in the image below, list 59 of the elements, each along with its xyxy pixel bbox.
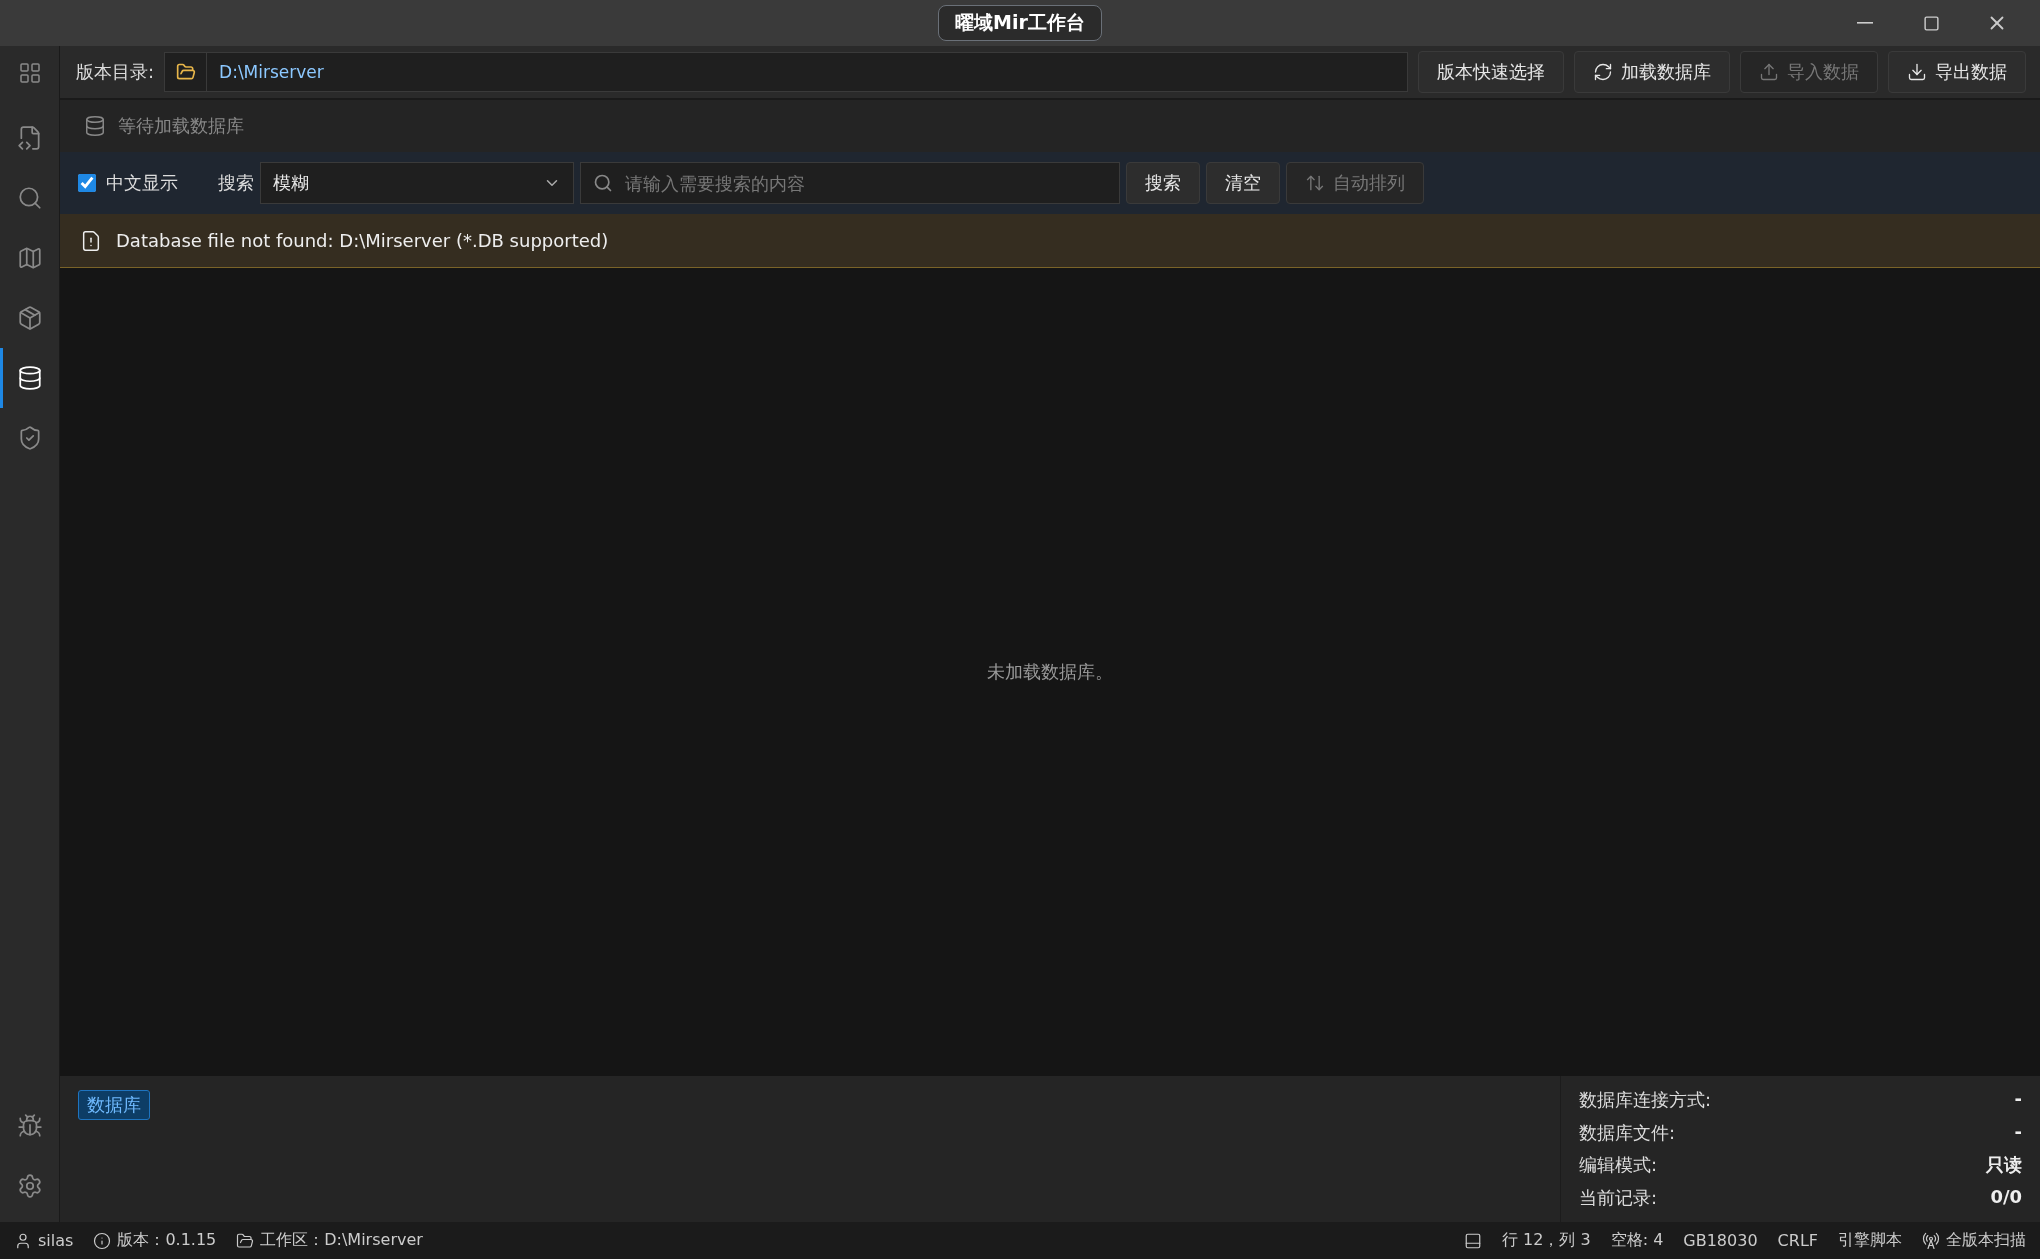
status-text: 等待加载数据库: [118, 114, 244, 138]
action-button[interactable]: 清空: [1206, 162, 1280, 204]
minimize-icon: [1857, 22, 1873, 24]
info-value: 0/0: [1990, 1185, 2022, 1209]
info-label: 数据库文件:: [1579, 1120, 1676, 1145]
search-input[interactable]: 请输入需要搜索的内容: [623, 171, 1107, 195]
settings-icon: [16, 1173, 43, 1199]
directory-label: 版本目录:: [76, 60, 155, 84]
refresh-icon: [1593, 62, 1613, 82]
status-item[interactable]: 版本：0.1.15: [93, 1230, 217, 1251]
info-value: -: [2014, 1120, 2022, 1144]
search-field[interactable]: 请输入需要搜索的内容: [580, 162, 1120, 204]
info-label: 当前记录:: [1579, 1185, 1658, 1210]
database-tag[interactable]: 数据库: [78, 1090, 150, 1120]
database-icon: [16, 365, 43, 391]
action-button[interactable]: 导出数据: [1888, 51, 2026, 93]
status-item[interactable]: 空格: 4: [1610, 1230, 1664, 1251]
status-item[interactable]: 工作区：D:\Mirserver: [236, 1230, 423, 1251]
file-code-icon: [16, 125, 43, 151]
window-title: 曜域Mir工作台: [938, 5, 1102, 41]
status-item[interactable]: GB18030: [1683, 1231, 1758, 1250]
warning-message: Database file not found: D:\Mirserver (*.DB supported): [116, 230, 609, 251]
status-item[interactable]: 引擎脚本: [1838, 1230, 1902, 1251]
action-button[interactable]: 加载数据库: [1574, 51, 1730, 93]
info-value: 只读: [1986, 1153, 2022, 1178]
action-button[interactable]: 搜索: [1126, 162, 1200, 204]
status-item[interactable]: CRLF: [1777, 1231, 1818, 1250]
database-icon: [84, 115, 106, 137]
search-label: 搜索: [218, 171, 254, 195]
panel-icon: [1463, 1231, 1482, 1250]
status-item[interactable]: silas: [14, 1231, 74, 1250]
status-item[interactable]: 全版本扫描: [1922, 1230, 2026, 1251]
folder-icon: [236, 1231, 255, 1250]
directory-field[interactable]: D:\Mirserver: [164, 52, 1408, 92]
info-value: -: [2014, 1088, 2022, 1112]
mode-dropdown[interactable]: 模糊: [260, 162, 574, 204]
map-icon: [16, 245, 43, 271]
bug-icon: [16, 1113, 43, 1139]
grid-icon: [17, 61, 42, 85]
warning-icon: [80, 229, 102, 252]
folder-icon: [175, 62, 196, 82]
checkbox[interactable]: [78, 174, 96, 192]
search-icon: [16, 185, 43, 211]
search-icon: [593, 173, 613, 193]
status-item[interactable]: 行 12，列 3: [1501, 1230, 1591, 1251]
empty-message: 未加载数据库。: [987, 660, 1113, 684]
checkbox-label: 中文显示: [106, 171, 178, 195]
info-label: 编辑模式:: [1579, 1153, 1658, 1178]
upload-icon: [1759, 62, 1779, 82]
download-icon: [1907, 62, 1927, 82]
user-icon: [14, 1231, 32, 1250]
cube-icon: [16, 305, 43, 331]
action-button[interactable]: 版本快速选择: [1418, 51, 1564, 93]
maximize-icon: [1922, 14, 1940, 32]
info-label: 数据库连接方式:: [1579, 1088, 1712, 1113]
sort-icon: [1305, 173, 1325, 193]
info-icon: [93, 1231, 112, 1250]
panel-toggle[interactable]: [1463, 1231, 1482, 1250]
antenna-icon: [1922, 1231, 1940, 1250]
